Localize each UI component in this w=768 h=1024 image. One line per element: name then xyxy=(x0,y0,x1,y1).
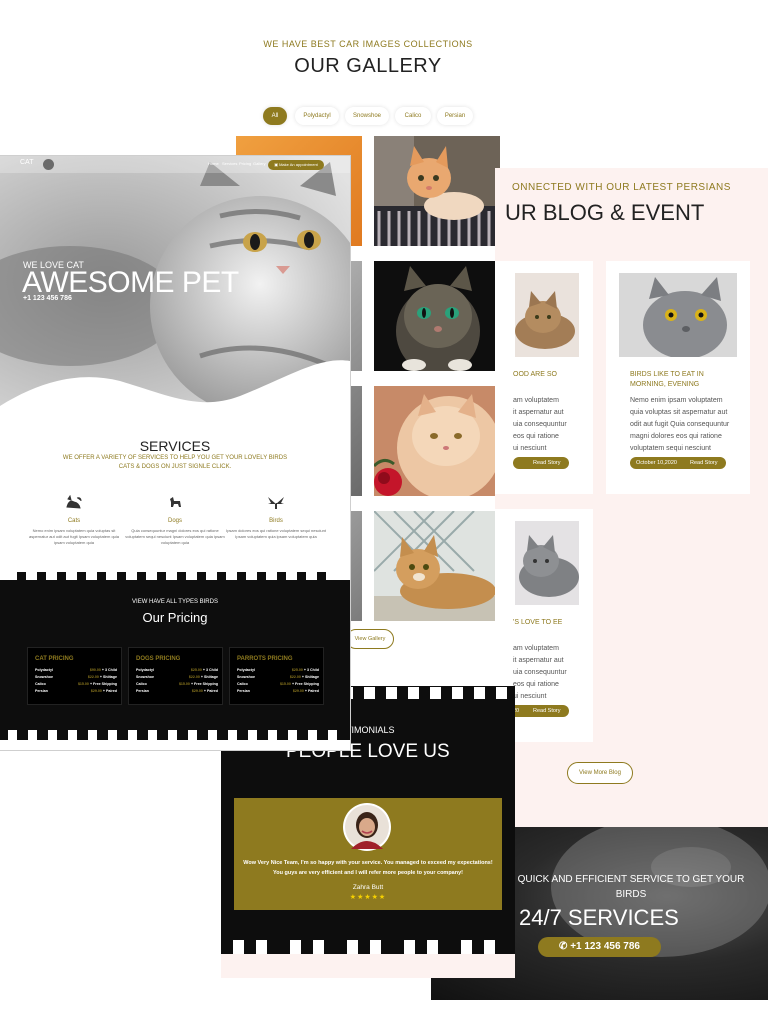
brand-logo[interactable]: CAT xyxy=(20,159,33,166)
phone-icon: ✆ xyxy=(559,941,571,952)
pricing-title: Our Pricing xyxy=(142,610,208,625)
blog-eyebrow: ONNECTED WITH OUR LATEST PERSIANS xyxy=(512,182,731,193)
filter-all[interactable]: All xyxy=(263,107,287,125)
service-name: Cats xyxy=(67,518,81,524)
services-subtitle: WE OFFER A VARIETY OF SERVICES TO HELP Y… xyxy=(62,455,288,470)
blog-card-caption: OOD ARE SO xyxy=(513,371,557,378)
price-card-dogs[interactable]: DOGS PRICING Polydactyl $25.00 + 3 Child … xyxy=(128,647,223,705)
price-row: Snowshoe $22.00 + Shiitage xyxy=(237,675,319,679)
filter-persian[interactable]: Persian xyxy=(437,107,473,125)
avatar xyxy=(343,803,391,851)
gallery-image-tabby-cat[interactable] xyxy=(374,261,500,371)
price-row: Polydactyl $25.00 + 3 Child xyxy=(136,668,218,672)
blog-card-text: am voluptatem it aspernatur aut uia conseq… xyxy=(513,645,567,700)
price-row: Snowshoe $22.00 + Shiitage xyxy=(35,675,117,679)
pricing-eyebrow: VIEW HAVE ALL TYPES BIRDS xyxy=(132,599,218,605)
blog-card-caption: BIRDS LIKE TO EAT IN MORNING, EVENING xyxy=(630,371,704,388)
blog-card-text: Nemo enim ipsam voluptatem quia voluptas … xyxy=(630,397,730,452)
filter-calico[interactable]: Calico xyxy=(395,107,431,125)
nav-home[interactable]: Home xyxy=(208,161,219,166)
blog-card[interactable]: BIRDS LIKE TO EAT IN MORNING, EVENING Ne… xyxy=(606,261,750,494)
price-row: Polydactyl $90.00 + 3 Child xyxy=(35,668,117,672)
price-row: Calico $15.00 + Free Shipping xyxy=(35,682,117,686)
service-cats[interactable]: Cats Nemo enim ipsam voluptatem quia vol… xyxy=(24,494,124,546)
price-row: Persian $29.00 + Paired xyxy=(136,689,218,693)
home-page: CAT Home Services Pricing Gallery ▣ Make… xyxy=(0,156,350,750)
cat-icon xyxy=(66,494,82,509)
services-banner-eyebrow: QUICK AND EFFICIENT SERVICE TO GET YOUR … xyxy=(517,874,745,900)
testimonials-footer xyxy=(221,954,515,978)
price-card-parrots[interactable]: PARROTS PRICING Polydactyl $25.00 + 3 Chi… xyxy=(229,647,324,705)
testimonial-quote: Wow Very Nice Team, I'm so happy with yo… xyxy=(243,860,493,876)
blog-card-image[interactable] xyxy=(515,521,579,605)
gallery-image-maine-coon[interactable] xyxy=(374,511,500,621)
price-row: Persian $29.00 + Paired xyxy=(35,689,117,693)
zigzag-divider xyxy=(0,730,350,750)
service-name: Birds xyxy=(269,518,283,524)
nav-pricing[interactable]: Pricing xyxy=(239,161,251,166)
blog-card-image[interactable] xyxy=(515,273,579,357)
price-card-title: PARROTS PRICING xyxy=(237,656,293,662)
service-desc: Quia consequuntur magni dolores eos qui … xyxy=(125,528,225,545)
gallery-title: OUR GALLERY xyxy=(294,55,442,77)
bird-icon xyxy=(268,497,284,509)
price-card-cats[interactable]: CAT PRICING Polydactyl $90.00 + 3 Child S… xyxy=(27,647,122,705)
filter-polydactyl[interactable]: Polydactyl xyxy=(295,107,339,125)
zigzag-divider xyxy=(17,572,326,582)
blog-card[interactable]: OOD ARE SO am voluptatem it aspernatur au… xyxy=(495,261,593,494)
phone-button[interactable]: ✆ +1 123 456 786 xyxy=(538,937,661,957)
view-more-blog-button[interactable]: View More Blog xyxy=(567,762,633,784)
gallery-image-persian-cat[interactable] xyxy=(374,386,500,496)
brand-cat-icon xyxy=(43,159,54,170)
appointment-button[interactable]: ▣ Make An appointment xyxy=(268,160,324,170)
filter-snowshoe[interactable]: Snowshoe xyxy=(345,107,389,125)
price-row: Snowshoe $22.00 + Shiitage xyxy=(136,675,218,679)
price-row: Calico $15.00 + Free Shipping xyxy=(237,682,319,686)
testimonial-author: Zahra Butt xyxy=(352,884,384,891)
nav-services[interactable]: Services xyxy=(222,161,237,166)
hero-phone[interactable]: +1 123 456 786 xyxy=(23,295,72,302)
nav-gallery[interactable]: Gallery xyxy=(253,161,266,166)
price-row: Calico $15.00 + Free Shipping xyxy=(136,682,218,686)
zigzag-divider xyxy=(221,940,515,954)
blog-card-meta[interactable]: October 10,2020 Read Story xyxy=(630,457,726,469)
gallery-image-orange-kitten[interactable] xyxy=(374,136,500,246)
read-story-button[interactable]: Read Story xyxy=(513,457,569,469)
price-card-title: CAT PRICING xyxy=(35,656,74,662)
blog-card-caption: 'S LOVE TO EE xyxy=(513,619,563,626)
blog-card-image[interactable] xyxy=(619,273,737,357)
service-name: Dogs xyxy=(167,518,182,524)
price-row: Polydactyl $25.00 + 3 Child xyxy=(237,668,319,672)
services-banner-title: 24/7 SERVICES xyxy=(519,905,679,930)
service-dogs[interactable]: Dogs Quia consequuntur magni dolores eos… xyxy=(125,495,225,546)
rating-stars-icon: ★★★★★ xyxy=(349,894,387,901)
service-desc: Nemo enim ipsam voluptatem quia voluptas… xyxy=(28,528,120,545)
price-row: Persian $29.00 + Paired xyxy=(237,689,319,693)
hero-wave xyxy=(0,360,350,421)
price-card-title: DOGS PRICING xyxy=(136,656,181,662)
dog-icon xyxy=(170,497,181,507)
service-birds[interactable]: Birds Ipsam dolores eos qui ratione volu… xyxy=(226,495,326,540)
gallery-eyebrow: WE HAVE BEST CAR IMAGES COLLECTIONS xyxy=(263,39,473,49)
services-title: SERVICES xyxy=(139,438,211,454)
view-gallery-button[interactable]: View Gallery xyxy=(346,629,394,649)
service-desc: Ipsam dolores eos qui ratione voluptatem… xyxy=(226,528,326,539)
blog-title: UR BLOG & EVENT xyxy=(505,200,705,225)
blog-card-text: am voluptatem it aspernatur aut uia conseq… xyxy=(513,397,567,452)
